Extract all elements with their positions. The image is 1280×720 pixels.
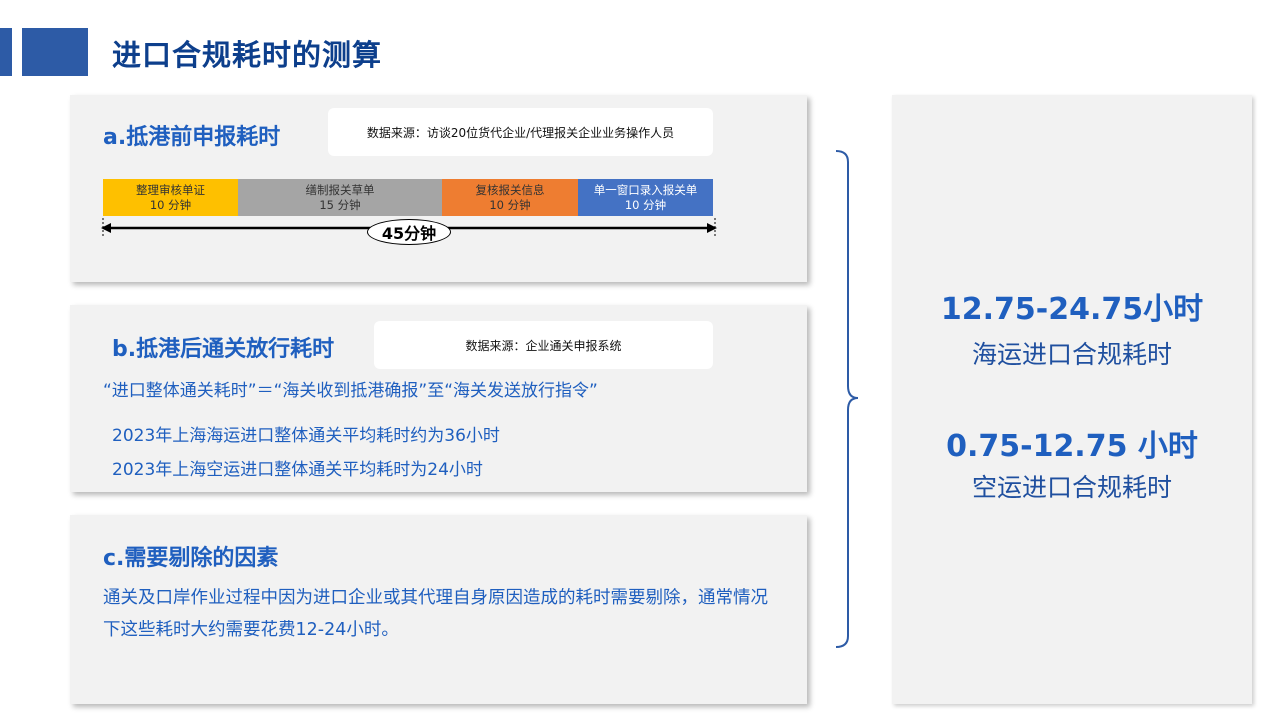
section-c-body: 通关及口岸作业过程中因为进口企业或其代理自身原因造成的耗时需要剔除，通常情况下这… — [103, 588, 768, 640]
section-b-air-stat: 2023年上海空运进口整体通关平均耗时为24小时 — [112, 460, 483, 480]
section-b-title: b.抵港后通关放行耗时 — [112, 337, 335, 362]
section-b-formula: “进口整体通关耗时”＝“海关收到抵港确报”至“海关发送放行指令” — [103, 381, 598, 401]
panel-summary: 12.75-24.75小时 0.75-12.75 小时 海运进口合规耗时 空运进… — [892, 95, 1252, 704]
step-time: 10 分钟 — [624, 197, 667, 212]
step-time: 10 分钟 — [489, 197, 531, 212]
section-a-source: 数据来源：访谈20位货代企业/代理报关企业业务操作人员 — [328, 108, 713, 156]
timeline-step-3: 复核报关信息 10 分钟 — [442, 179, 578, 216]
step-name: 整理审核单证 — [136, 182, 205, 197]
section-b-sea-stat: 2023年上海海运进口整体通关平均耗时约为36小时 — [112, 426, 500, 446]
timeline-step-4: 单一窗口录入报关单 10 分钟 — [578, 179, 713, 216]
section-c-title: c.需要剔除的因素 — [103, 546, 279, 571]
summary-brace — [835, 150, 859, 648]
header-accent-bar — [0, 28, 12, 76]
timeline-step-2: 缮制报关草单 15 分钟 — [238, 179, 442, 216]
panel-post-arrival: b.抵港后通关放行耗时 数据来源：企业通关申报系统 “进口整体通关耗时”＝“海关… — [70, 305, 807, 492]
step-time: 10 分钟 — [149, 197, 192, 212]
section-a-title: a.抵港前申报耗时 — [103, 125, 281, 150]
timeline-step-1: 整理审核单证 10 分钟 — [103, 179, 238, 216]
total-duration-label: 45分钟 — [367, 219, 451, 245]
sea-compliance-label: 海运进口合规耗时 — [971, 340, 1172, 369]
step-name: 单一窗口录入报关单 — [593, 182, 698, 197]
page-title: 进口合规耗时的测算 — [112, 38, 383, 72]
step-name: 缮制报关草单 — [305, 182, 375, 197]
air-compliance-label: 空运进口合规耗时 — [971, 473, 1172, 502]
panel-exclusions: c.需要剔除的因素 通关及口岸作业过程中因为进口企业或其代理自身原因造成的耗时需… — [70, 515, 807, 704]
section-b-source: 数据来源：企业通关申报系统 — [374, 321, 713, 369]
panel-pre-arrival: a.抵港前申报耗时 数据来源：访谈20位货代企业/代理报关企业业务操作人员 整理… — [70, 95, 807, 282]
step-time: 15 分钟 — [319, 197, 361, 212]
sea-compliance-time: 12.75-24.75小时 — [940, 292, 1204, 327]
step-name: 复核报关信息 — [475, 182, 545, 197]
air-compliance-time: 0.75-12.75 小时 — [946, 429, 1198, 464]
header-block — [22, 28, 88, 76]
